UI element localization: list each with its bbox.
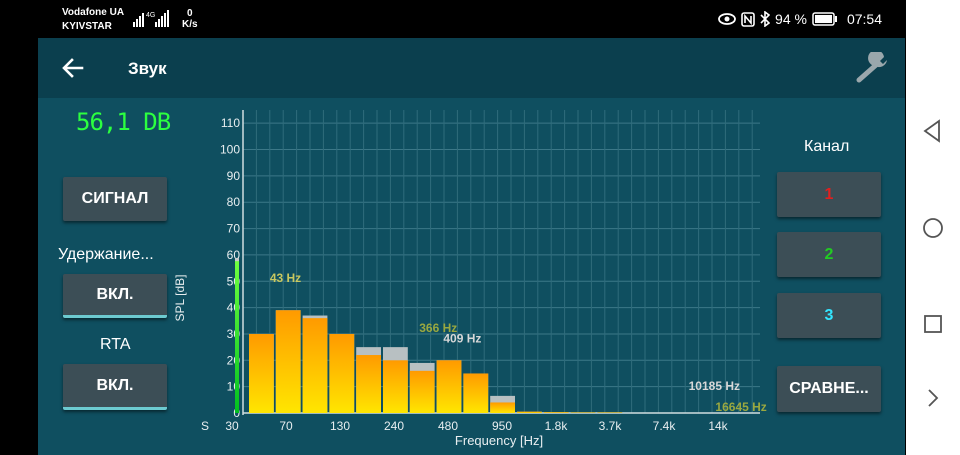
eye-icon xyxy=(718,13,736,25)
net-speed-unit: K/s xyxy=(182,19,198,30)
x-tick-label: 480 xyxy=(438,419,458,433)
hold-label: Удержание... xyxy=(58,246,154,263)
compare-button[interactable]: СРАВНЕ... xyxy=(777,366,881,412)
system-nav-bar xyxy=(906,0,960,455)
rta-spectrum-chart: 0102030405060708090100110S30701302404809… xyxy=(173,110,767,448)
spectrum-bar xyxy=(570,412,596,413)
net-speed: 0 K/s xyxy=(182,8,198,30)
spectrum-bar xyxy=(517,411,542,413)
spectrum-bar xyxy=(302,318,328,413)
spectrum-bar xyxy=(249,333,274,413)
net-speed-value: 0 xyxy=(187,8,193,19)
nfc-icon xyxy=(741,11,755,27)
x-tick-label: S xyxy=(201,419,209,433)
y-tick-label: 100 xyxy=(220,143,240,157)
x-tick-label: 7.4k xyxy=(653,419,677,433)
chevron-right-icon[interactable] xyxy=(920,385,946,411)
frequency-annotation: 43 Hz xyxy=(270,271,301,285)
rta-label: RTA xyxy=(100,336,131,353)
signal-icon: 4G xyxy=(133,10,169,27)
back-triangle-icon[interactable] xyxy=(920,118,946,144)
frequency-annotation: 10185 Hz xyxy=(689,379,740,393)
sound-level-display: 56,1 DB xyxy=(76,108,171,136)
spectrum-bar xyxy=(275,310,301,413)
bluetooth-icon xyxy=(760,11,771,27)
x-tick-label: 70 xyxy=(279,419,293,433)
battery-icon xyxy=(812,12,837,26)
spectrum-bar xyxy=(356,355,381,413)
app-bar: Звук xyxy=(38,38,905,98)
spectrum-bar xyxy=(409,370,435,413)
arrow-left-icon[interactable] xyxy=(60,55,86,81)
svg-text:4G: 4G xyxy=(146,12,155,19)
spectrum-bar xyxy=(329,333,355,413)
spectrum-bar xyxy=(490,402,515,413)
y-tick-label: 110 xyxy=(221,116,240,130)
page-title: Звук xyxy=(128,59,167,78)
battery-percent: 94 % xyxy=(775,11,807,27)
signal-button[interactable]: СИГНАЛ xyxy=(63,177,167,221)
frequency-annotation: 409 Hz xyxy=(443,331,481,345)
y-tick-label: 90 xyxy=(227,169,241,183)
spectrum-bar xyxy=(436,360,462,413)
spectrum-bar xyxy=(543,412,569,413)
app-window: Звук 56,1 DB СИГНАЛ Удержание... ВКЛ. RT… xyxy=(38,38,905,455)
hold-toggle-button[interactable]: ВКЛ. xyxy=(63,274,167,318)
channel-2-button[interactable]: 2 xyxy=(777,232,881,277)
home-circle-icon[interactable] xyxy=(920,215,946,241)
channel-1-button[interactable]: 1 xyxy=(777,172,881,217)
side-meter-peak xyxy=(235,258,239,262)
x-tick-label: 3.7k xyxy=(599,419,623,433)
channel-3-button[interactable]: 3 xyxy=(777,293,881,338)
side-level-meter xyxy=(235,258,239,413)
channel-label: Канал xyxy=(804,138,850,155)
rta-toggle-button[interactable]: ВКЛ. xyxy=(63,364,167,410)
frequency-annotation: 16645 Hz xyxy=(715,400,766,414)
spectrum-bar xyxy=(597,412,623,413)
y-axis-label: SPL [dB] xyxy=(173,275,187,322)
side-meter-bar xyxy=(235,260,239,413)
x-tick-label: 1.8k xyxy=(545,419,569,433)
status-icons: 94 % 07:54 xyxy=(718,10,882,28)
status-bar: Vodafone UA KYIVSTAR 4G 0 K/s 94 % 07:54 xyxy=(0,0,906,38)
carrier-name: KYIVSTAR xyxy=(62,21,112,32)
spectrum-bar xyxy=(463,373,489,413)
y-tick-label: 80 xyxy=(227,195,241,209)
x-tick-label: 240 xyxy=(384,419,404,433)
x-tick-label: 130 xyxy=(330,419,350,433)
x-axis-label: Frequency [Hz] xyxy=(455,433,543,448)
recents-square-icon[interactable] xyxy=(920,311,946,337)
x-tick-label: 14k xyxy=(708,419,728,433)
x-tick-label: 950 xyxy=(492,419,512,433)
carrier-name: Vodafone UA xyxy=(62,7,125,18)
spectrum-bar xyxy=(383,360,408,413)
clock: 07:54 xyxy=(846,11,882,27)
y-tick-label: 70 xyxy=(227,222,241,236)
wrench-icon[interactable] xyxy=(856,52,894,84)
x-tick-label: 30 xyxy=(225,419,239,433)
